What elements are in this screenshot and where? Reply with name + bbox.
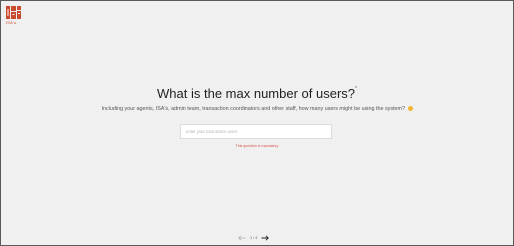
question-subtitle: Including your agents, ISA's, admin team… xyxy=(1,106,513,112)
required-marker: * xyxy=(355,86,357,92)
survey-window: ISA's What is the max number of users?* … xyxy=(0,0,514,246)
thinking-face-icon xyxy=(407,106,413,111)
page-counter: 1 / 4 xyxy=(250,236,258,240)
logo-mark-icon xyxy=(6,6,21,19)
question-subtitle-text: Including your agents, ISA's, admin team… xyxy=(101,106,406,112)
arrow-right-icon xyxy=(261,235,270,241)
question-title: What is the max number of users?* xyxy=(1,86,513,101)
question-title-text: What is the max number of users? xyxy=(157,86,356,101)
validation-error-message: This question is mandatory xyxy=(235,144,279,148)
arrow-left-icon xyxy=(238,235,246,241)
next-button[interactable] xyxy=(260,234,270,242)
previous-button[interactable] xyxy=(237,234,247,242)
logo-text: ISA's xyxy=(6,20,17,25)
pagination-nav: 1 / 4 xyxy=(237,234,270,242)
user-count-input[interactable] xyxy=(180,124,332,139)
brand-logo: ISA's xyxy=(6,6,22,26)
